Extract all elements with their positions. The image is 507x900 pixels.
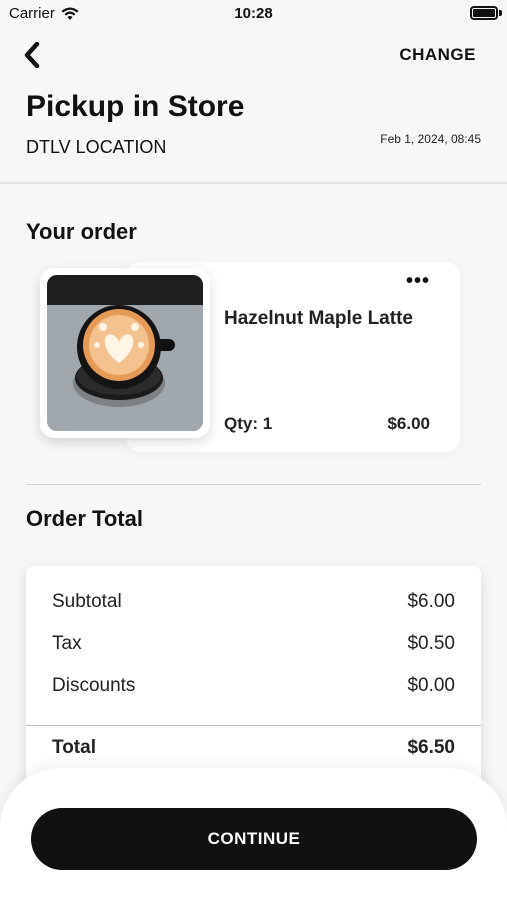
header: CHANGE Pickup in Store DTLV LOCATION Feb… — [0, 30, 507, 184]
total-divider — [26, 725, 481, 726]
subtotal-value: $6.00 — [407, 591, 455, 612]
total-value: $6.50 — [407, 737, 455, 758]
order-total-heading: Order Total — [26, 506, 143, 531]
store-location: DTLV LOCATION — [26, 137, 167, 157]
subtotal-row: Subtotal $6.00 — [52, 591, 455, 613]
back-button[interactable] — [20, 40, 44, 70]
bottom-action-sheet: CONTINUE — [0, 768, 507, 900]
total-row: Total $6.50 — [52, 737, 455, 759]
tax-value: $0.50 — [407, 633, 455, 654]
status-bar: Carrier 10:28 — [0, 0, 507, 30]
discounts-row: Discounts $0.00 — [52, 675, 455, 697]
page-title: Pickup in Store — [26, 90, 245, 123]
total-label: Total — [52, 737, 96, 758]
subtotal-label: Subtotal — [52, 591, 122, 612]
clock: 10:28 — [234, 5, 273, 22]
product-image — [40, 268, 210, 438]
continue-button[interactable]: CONTINUE — [31, 808, 477, 870]
product-price: $6.00 — [387, 414, 430, 433]
tax-label: Tax — [52, 633, 82, 654]
chevron-left-icon — [24, 42, 40, 68]
tax-row: Tax $0.50 — [52, 633, 455, 655]
discounts-value: $0.00 — [407, 675, 455, 696]
product-quantity: Qty: 1 — [224, 414, 273, 433]
pickup-datetime: Feb 1, 2024, 08:45 — [380, 132, 481, 146]
battery-icon — [470, 6, 498, 20]
section-divider — [26, 484, 481, 485]
battery-tip — [499, 10, 502, 16]
order-total-card: Subtotal $6.00 Tax $0.50 Discounts $0.00… — [26, 566, 481, 796]
discounts-label: Discounts — [52, 675, 136, 696]
latte-cup-image — [47, 275, 203, 431]
your-order-heading: Your order — [26, 219, 137, 244]
product-name: Hazelnut Maple Latte — [224, 308, 413, 329]
more-options-button[interactable]: ••• — [406, 271, 430, 291]
change-button[interactable]: CHANGE — [399, 45, 476, 65]
